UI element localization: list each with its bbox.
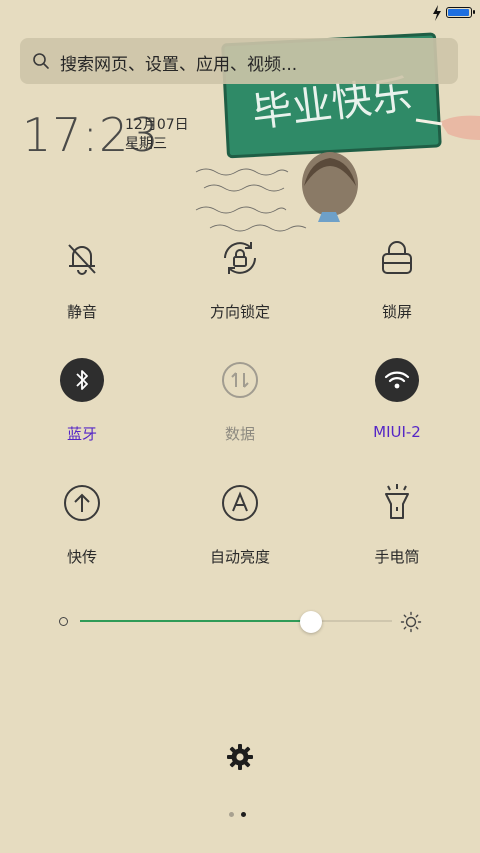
toggle-wifi[interactable]: MIUI-2 [342, 357, 452, 457]
toggle-label: 数据 [224, 425, 255, 443]
brightness-track[interactable] [80, 620, 392, 622]
brightness-high-icon [400, 611, 422, 633]
rotation-lock-icon [224, 242, 256, 274]
page-dot [229, 812, 234, 817]
toggle-label: 手电筒 [374, 548, 420, 566]
toggle-label: 静音 [66, 303, 97, 321]
search-icon [33, 53, 49, 69]
bluetooth-icon [60, 358, 104, 402]
toggle-label: 自动亮度 [209, 548, 270, 566]
page-dot-active [241, 812, 246, 817]
toggle-mute[interactable]: 静音 [27, 235, 137, 335]
clock-date: 12月07日 [125, 117, 189, 133]
toggle-label: 快传 [66, 548, 97, 566]
settings-gear-icon[interactable] [226, 743, 254, 771]
toggle-label: 方向锁定 [209, 303, 270, 321]
charging-bolt-icon [433, 5, 441, 21]
lock-icon [382, 241, 412, 274]
brightness-thumb[interactable] [299, 611, 322, 633]
toggle-quick-transfer[interactable]: 快传 [27, 480, 137, 580]
search-placeholder: 搜索网页、设置、应用、视频... [60, 55, 298, 75]
toggle-rotation-lock[interactable]: 方向锁定 [185, 235, 295, 335]
brightness-fill [80, 620, 311, 622]
toggle-bluetooth[interactable]: 蓝牙 [27, 357, 137, 457]
brightness-slider[interactable] [56, 605, 426, 639]
clock-date-block: 12月07日 星期三 [125, 116, 189, 154]
search-bar[interactable]: 搜索网页、设置、应用、视频... [20, 38, 458, 84]
page-indicator [229, 812, 253, 818]
flashlight-icon [385, 484, 409, 519]
clock-weekday: 星期三 [125, 136, 167, 152]
brightness-low-icon [59, 617, 68, 626]
toggle-flashlight[interactable]: 手电筒 [342, 480, 452, 580]
data-arrows-icon [222, 362, 258, 398]
toggle-label: MIUI-2 [373, 423, 421, 441]
toggle-auto-brightness[interactable]: 自动亮度 [185, 480, 295, 580]
battery-icon [446, 7, 475, 18]
auto-brightness-icon [222, 485, 258, 521]
upload-icon [64, 485, 100, 521]
toggle-mobile-data[interactable]: 数据 [185, 357, 295, 457]
wifi-icon [375, 358, 419, 402]
toggle-lock-screen[interactable]: 锁屏 [342, 235, 452, 335]
battery-fill [448, 9, 469, 16]
status-bar [0, 0, 480, 26]
bell-off-icon [68, 244, 96, 275]
toggle-label: 蓝牙 [66, 425, 97, 443]
toggle-label: 锁屏 [381, 303, 412, 321]
